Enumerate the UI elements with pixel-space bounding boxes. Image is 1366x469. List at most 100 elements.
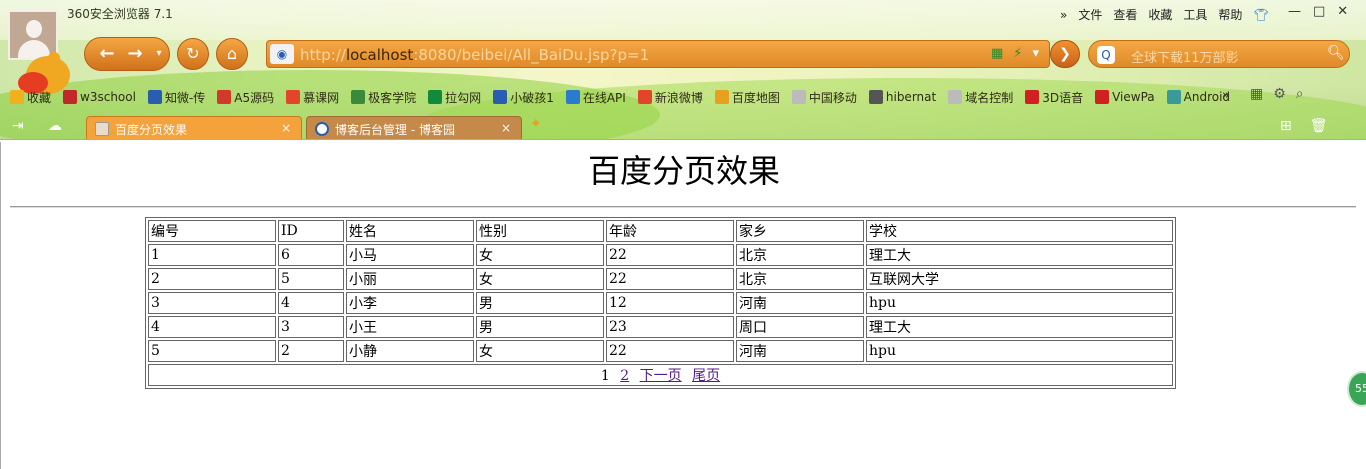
tab-blog-admin[interactable]: 博客后台管理 - 博客园 × [306,116,522,140]
forward-arrow-icon[interactable]: → [123,43,147,67]
jike-icon [351,90,366,104]
address-tools: ▦ ⚡ ▾ [991,46,1039,61]
bookmark-item[interactable]: Android [1166,90,1230,104]
table-cell: 22 [606,268,734,290]
bookmark-item[interactable]: 慕课网 [286,89,339,106]
bookmark-item[interactable]: w3school [63,90,136,104]
search-placeholder: 全球下载11万部影 [1131,51,1239,66]
table-cell: 6 [278,244,344,266]
bookmark-item[interactable]: 知微-传 [147,89,205,106]
apps-grid-icon[interactable]: ▦ [1250,86,1263,102]
bookmark-item[interactable]: 3D语音 [1025,89,1083,106]
bookmark-item[interactable]: A5源码 [217,89,274,106]
side-floating-badge[interactable]: 55 [1347,371,1366,407]
bookmarks-bar: 收藏 w3school 知微-传 A5源码 慕课网 极客学院 拉勾网 小破孩1 在线API 新浪微… [10,88,1230,106]
address-url[interactable]: http://localhost:8080/beibei/All_BaiDu.j… [300,46,649,64]
weibo-icon [637,90,652,104]
bookmark-item[interactable]: 拉勾网 [428,89,481,106]
table-cell: 周口 [736,316,864,338]
maximize-icon[interactable]: □ [1313,4,1325,19]
table-cell: 男 [476,292,604,314]
table-cell: 小静 [346,340,474,362]
back-arrow-icon[interactable]: ← [95,43,119,67]
table-header-row: 编号 ID 姓名 性别 年龄 家乡 学校 [148,220,1173,242]
history-dropdown-icon[interactable]: ▾ [147,43,171,67]
bookmarks-tools: ▦ ⚙ ⌕ [1250,86,1304,102]
tab-underline [0,139,1366,140]
bookmark-item[interactable]: 极客学院 [351,89,416,106]
speed-bolt-icon[interactable]: ⚡ [1013,46,1022,61]
search-box[interactable]: Q 全球下载11万部影 🔍︎ [1088,40,1350,68]
table-cell: 互联网大学 [866,268,1173,290]
column-header: 年龄 [606,220,734,242]
table-cell: 女 [476,268,604,290]
bookmarks-more-icon[interactable]: » [1222,88,1230,103]
back-forward-group: ← → ▾ [84,37,170,71]
column-header: 家乡 [736,220,864,242]
bookmark-item[interactable]: 新浪微博 [637,89,703,106]
bookmark-item[interactable]: 百度地图 [714,89,780,106]
tab-label: 百度分页效果 [115,123,188,137]
close-window-icon[interactable]: ✕ [1337,4,1348,19]
menu-tools[interactable]: 工具 [1183,6,1207,23]
table-cell: 河南 [736,340,864,362]
cloud-icon[interactable]: ☁ [48,118,62,134]
zoom-icon[interactable]: ⌕ [1296,86,1304,102]
menu-more-chevron[interactable]: » [1060,8,1067,22]
bookmark-item[interactable]: 在线API [565,89,626,106]
table-cell: 女 [476,244,604,266]
pager-next-link[interactable]: 下一页 [640,368,682,384]
tab-list-icon[interactable]: ⊞ [1280,118,1292,134]
extensions-icon[interactable]: ⚙ [1273,86,1286,102]
search-engine-icon[interactable]: Q [1097,46,1115,64]
student-table: 编号 ID 姓名 性别 年龄 家乡 学校 1 6 小马女 22 北京 理工大 2 5 小丽女 22 北京 互联网大… [145,217,1176,389]
tab-baidu-paging[interactable]: 百度分页效果 × [86,116,302,140]
menu-favorites[interactable]: 收藏 [1148,6,1172,23]
bookmark-item[interactable]: 小破孩1 [493,89,554,106]
bookmark-item[interactable]: ViewPa [1095,90,1155,104]
page-icon [948,90,963,104]
table-cell: 小丽 [346,268,474,290]
minimize-icon[interactable]: — [1288,4,1301,19]
skin-shirt-icon[interactable]: 👕︎ [1253,8,1268,22]
column-header: 学校 [866,220,1173,242]
sidebar-toggle-icon[interactable]: ⇥ [12,118,24,134]
go-button[interactable]: ❯ [1050,40,1080,68]
zhiwei-icon [147,90,162,104]
column-header: 性别 [476,220,604,242]
bookmark-label: w3school [80,90,136,104]
address-bar[interactable]: ◉ http://localhost:8080/beibei/All_BaiDu… [266,40,1050,68]
menu-file[interactable]: 文件 [1078,6,1102,23]
table-row: 5 2 小静女 22 河南 hpu [148,340,1173,362]
menu-help[interactable]: 帮助 [1218,6,1242,23]
pager-last-link[interactable]: 尾页 [692,368,720,384]
new-tab-icon[interactable]: ✦ [530,116,546,132]
menu-view[interactable]: 查看 [1113,6,1137,23]
bookmark-label: 新浪微博 [654,90,703,105]
cycle-icon [493,90,508,104]
trash-icon[interactable]: 🗑︎ [1310,118,1328,134]
table-row: 4 3 小王男 23 周口 理工大 [148,316,1173,338]
tab-close-icon[interactable]: × [501,121,511,135]
baidu-map-icon [714,90,729,104]
page-icon [791,90,806,104]
bookmark-item[interactable]: 收藏 [10,89,51,106]
bookmark-label: 百度地图 [731,90,780,105]
address-dropdown-icon[interactable]: ▾ [1032,46,1039,61]
security-shield-icon[interactable]: ◉ [270,44,294,64]
tab-close-icon[interactable]: × [281,121,291,135]
bookmark-item[interactable]: 域名控制 [948,89,1013,106]
pager-page-2-link[interactable]: 2 [620,368,629,384]
table-cell: 女 [476,340,604,362]
table-cell: 小马 [346,244,474,266]
search-icon[interactable]: 🔍︎ [1327,45,1345,61]
table-cell: 22 [606,340,734,362]
refresh-icon[interactable]: ↻ [177,38,209,70]
bookmark-label: 3D语音 [1042,90,1084,105]
compat-mode-icon[interactable]: ▦ [991,46,1003,61]
bookmark-item[interactable]: 中国移动 [791,89,857,106]
home-icon[interactable]: ⌂ [216,38,248,70]
table-row: 3 4 小李男 12 河南 hpu [148,292,1173,314]
bookmark-item[interactable]: hibernat [868,90,936,104]
top-menu-bar: » 文件 查看 收藏 工具 帮助 👕︎ [1060,6,1269,23]
